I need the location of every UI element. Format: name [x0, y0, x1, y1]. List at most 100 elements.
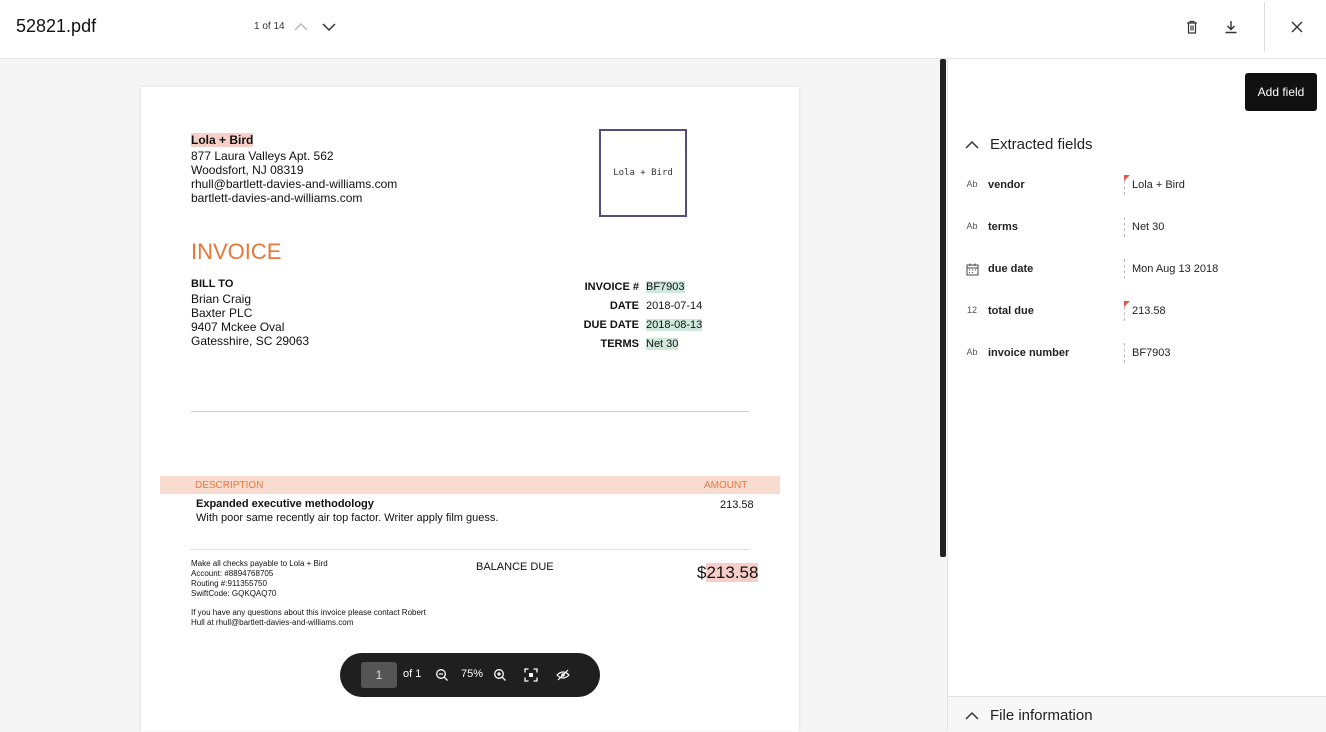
field-value[interactable]: BF7903	[1132, 347, 1171, 359]
field-value[interactable]: Net 30	[1132, 221, 1164, 233]
terms-label: TERMS	[600, 338, 640, 350]
bill-to-company: Baxter PLC	[191, 306, 253, 320]
vendor-website: bartlett-davies-and-williams.com	[191, 191, 363, 205]
extracted-fields-header[interactable]: Extracted fields	[964, 136, 1093, 153]
field-divider	[1124, 343, 1125, 363]
invoice-heading: INVOICE	[191, 239, 282, 264]
zoom-out-icon	[436, 669, 448, 681]
close-button[interactable]	[1283, 13, 1311, 41]
chevron-up-icon	[965, 711, 979, 720]
text-type-icon: Ab	[966, 179, 978, 189]
file-name: 52821.pdf	[16, 16, 97, 36]
field-value[interactable]: Mon Aug 13 2018	[1132, 263, 1218, 275]
number-type-icon: 12	[966, 305, 977, 315]
toolbar-divider	[1264, 2, 1265, 52]
download-icon	[1225, 21, 1237, 34]
due-date-label: DUE DATE	[583, 319, 639, 331]
date-value: 2018-07-14	[646, 300, 703, 312]
contact-line-1: If you have any questions about this inv…	[191, 608, 426, 617]
due-date-highlight: 2018-08-13	[646, 319, 703, 331]
terms-value: Net 30	[646, 338, 679, 350]
account-number: Account: #8894768705	[191, 569, 274, 578]
zoom-toolbar: 1 of 1 75%	[340, 653, 600, 697]
vendor-logo: Lola + Bird	[599, 129, 687, 217]
vendor-email: rhull@bartlett-davies-and-williams.com	[191, 177, 398, 191]
invoice-number-label: INVOICE #	[584, 281, 639, 293]
balance-due-amount: $213.58	[697, 563, 759, 583]
description-header: DESCRIPTION	[195, 480, 264, 491]
fit-to-screen-button[interactable]	[520, 664, 542, 686]
section-divider	[191, 411, 749, 412]
logo-text: Lola + Bird	[613, 168, 673, 178]
bill-to-name: Brian Craig	[191, 292, 252, 306]
payment-instructions: Make all checks payable to Lola + Bird	[191, 559, 328, 568]
flag-icon	[1124, 301, 1130, 307]
add-field-button[interactable]: Add field	[1245, 73, 1317, 111]
zoom-in-icon	[494, 669, 506, 681]
field-divider	[1124, 217, 1125, 237]
extracted-fields-title: Extracted fields	[990, 136, 1093, 153]
swift-code: SwiftCode: GQKQAQ70	[191, 589, 277, 598]
zoom-level: 75%	[461, 668, 484, 680]
file-information-section: File information	[948, 696, 1326, 732]
field-row-vendor[interactable]: Ab vendor Lola + Bird	[964, 175, 1314, 197]
fields-panel: Add field Extracted fields Ab vendor Lol…	[947, 59, 1326, 732]
zoom-out-button[interactable]	[431, 664, 453, 686]
balance-due-label: BALANCE DUE	[476, 561, 554, 573]
invoice-number-value: BF7903	[646, 281, 685, 293]
page-total: of 1	[403, 668, 422, 680]
bill-to-street: 9407 Mckee Oval	[191, 320, 285, 334]
balance-due-highlight: 213.58	[706, 563, 759, 582]
field-row-due-date[interactable]: due date Mon Aug 13 2018	[964, 259, 1314, 281]
bill-to-city: Gatesshire, SC 29063	[191, 334, 310, 348]
download-button[interactable]	[1217, 13, 1245, 41]
close-icon	[1291, 21, 1303, 33]
field-value[interactable]: 213.58	[1132, 305, 1166, 317]
field-name: total due	[988, 305, 1034, 317]
date-label: DATE	[609, 300, 639, 312]
hide-highlights-icon	[556, 669, 570, 681]
line-item-title: Expanded executive methodology	[196, 498, 374, 510]
line-item-amount: 213.58	[720, 499, 754, 511]
routing-number: Routing #:911355750	[191, 579, 267, 588]
zoom-in-button[interactable]	[489, 664, 511, 686]
field-name: vendor	[988, 179, 1025, 191]
chevron-down-icon	[322, 23, 336, 32]
calendar-icon	[964, 263, 980, 278]
flag-icon	[1124, 175, 1130, 181]
field-name: due date	[988, 263, 1034, 275]
field-value[interactable]: Lola + Bird	[1132, 179, 1185, 191]
vendor-name: Lola + Bird	[191, 133, 254, 147]
document-viewer[interactable]: Lola + Bird 877 Laura Valleys Apt. 562 W…	[0, 59, 940, 731]
vendor-name-highlight: Lola + Bird	[191, 133, 254, 147]
next-page-button[interactable]	[316, 14, 342, 40]
field-name: invoice number	[988, 347, 1070, 359]
toggle-highlights-button[interactable]	[552, 664, 574, 686]
delete-button[interactable]	[1178, 13, 1206, 41]
due-date-value: 2018-08-13	[646, 319, 703, 331]
file-information-title: File information	[990, 707, 1093, 724]
field-row-terms[interactable]: Ab terms Net 30	[964, 217, 1314, 239]
dotted-divider	[191, 549, 749, 550]
previous-page-button[interactable]	[288, 14, 314, 40]
line-item-description: With poor same recently air top factor. …	[196, 512, 499, 524]
invoice-number-highlight: BF7903	[646, 281, 685, 293]
chevron-up-icon	[965, 140, 979, 149]
chevron-up-icon	[294, 22, 308, 31]
amount-header: AMOUNT	[704, 480, 748, 491]
vendor-address-1: 877 Laura Valleys Apt. 562	[191, 149, 334, 163]
file-information-header[interactable]: File information	[964, 707, 1093, 724]
viewer-scrollbar[interactable]	[940, 59, 946, 557]
vendor-address-2: Woodsfort, NJ 08319	[191, 163, 304, 177]
text-type-icon: Ab	[966, 221, 978, 231]
field-row-invoice-number[interactable]: Ab invoice number BF7903	[964, 343, 1314, 365]
terms-highlight: Net 30	[646, 338, 679, 350]
trash-icon	[1187, 20, 1197, 34]
page-number-input[interactable]: 1	[361, 662, 397, 688]
field-divider	[1124, 259, 1125, 279]
text-type-icon: Ab	[966, 347, 978, 357]
pdf-page: Lola + Bird 877 Laura Valleys Apt. 562 W…	[141, 87, 799, 731]
bill-to-label: BILL TO	[191, 278, 234, 290]
field-name: terms	[988, 221, 1018, 233]
field-row-total-due[interactable]: 12 total due 213.58	[964, 301, 1314, 323]
